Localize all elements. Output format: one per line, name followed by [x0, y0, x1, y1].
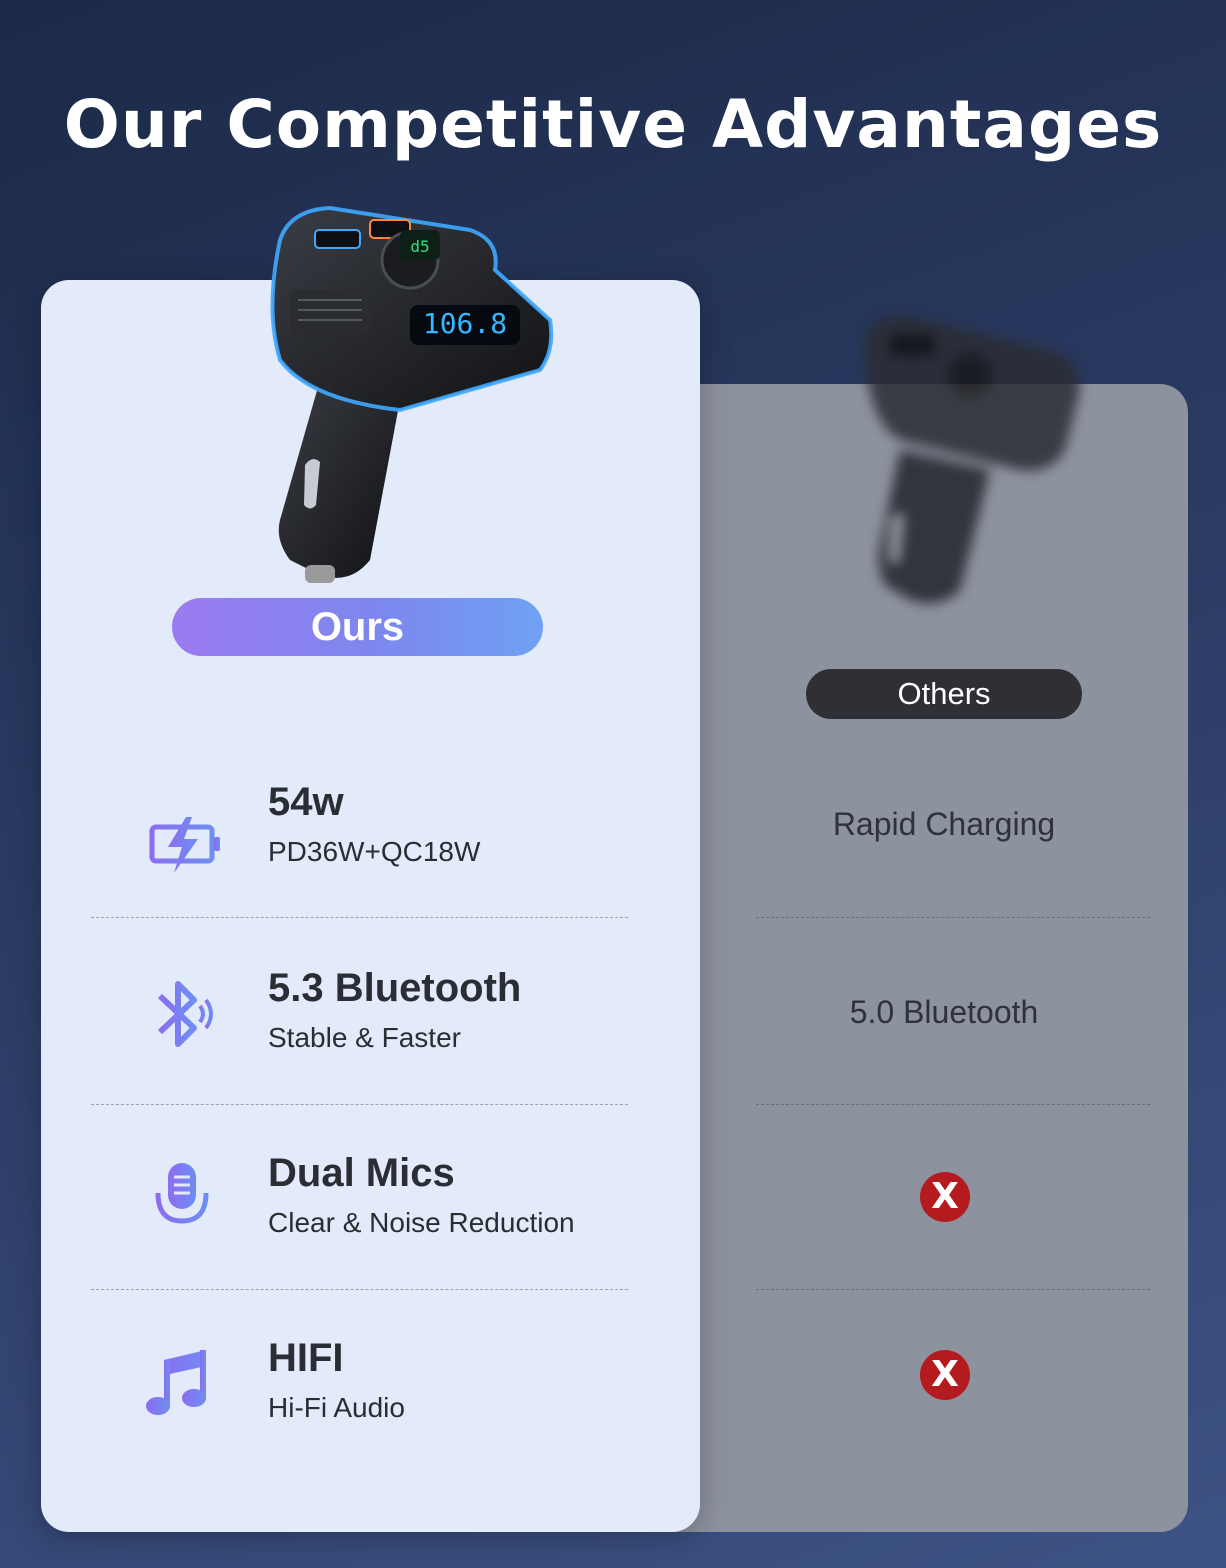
feature-bluetooth: 5.3 Bluetooth Stable & Faster	[140, 966, 660, 1086]
feature-subtitle: Stable & Faster	[268, 1022, 461, 1053]
feature-subtitle: Clear & Noise Reduction	[268, 1207, 575, 1238]
music-note-icon	[146, 1350, 206, 1415]
battery-bolt-icon	[149, 817, 220, 873]
svg-text:d5: d5	[410, 237, 429, 256]
others-bluetooth-text: 5.0 Bluetooth	[849, 994, 1039, 1030]
divider	[91, 1289, 628, 1290]
x-mark-icon: X	[920, 1172, 970, 1222]
feature-subtitle: Hi-Fi Audio	[268, 1392, 405, 1423]
divider	[756, 1104, 1150, 1105]
x-mark-icon: X	[920, 1350, 970, 1400]
divider	[91, 1104, 628, 1105]
feature-title: Dual Mics	[268, 1151, 455, 1195]
divider	[91, 917, 628, 918]
divider	[756, 1289, 1150, 1290]
divider	[756, 917, 1150, 918]
page-title: Our Competitive Advantages	[63, 86, 1163, 163]
ours-product-image: d5 106.8	[270, 205, 554, 583]
bluetooth-icon	[157, 981, 213, 1047]
others-label-pill: Others	[806, 669, 1082, 719]
svg-text:106.8: 106.8	[423, 307, 507, 340]
microphone-icon	[155, 1163, 209, 1238]
feature-title: 5.3 Bluetooth	[268, 966, 522, 1010]
ours-label-pill: Ours	[172, 598, 543, 656]
feature-mics: Dual Mics Clear & Noise Reduction	[140, 1151, 660, 1271]
feature-title: HIFI	[268, 1336, 344, 1380]
others-charging-text: Rapid Charging	[832, 806, 1056, 842]
feature-charging: 54w PD36W+QC18W	[140, 780, 660, 900]
others-product-image	[865, 315, 1080, 604]
feature-hifi: HIFI Hi-Fi Audio	[140, 1336, 660, 1456]
feature-title: 54w	[268, 780, 344, 824]
feature-subtitle: PD36W+QC18W	[268, 836, 481, 867]
